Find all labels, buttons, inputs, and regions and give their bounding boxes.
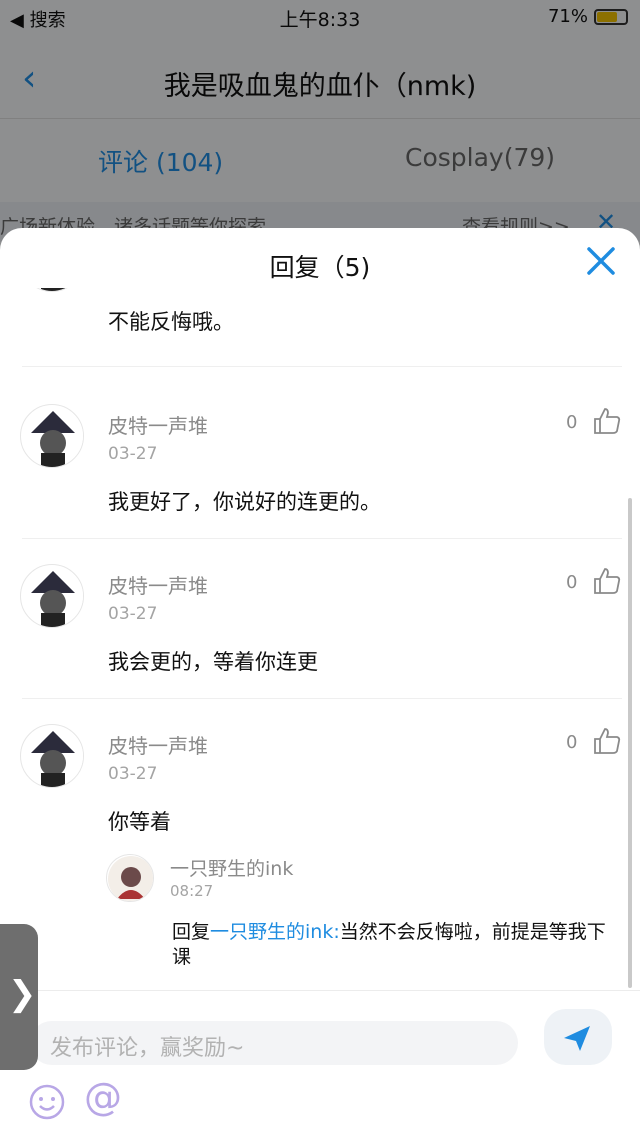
- username[interactable]: 皮特一声堆: [108, 410, 208, 439]
- replies-sheet: 回复（5) 不能反悔哦。 皮特一声堆 03-27 0 我更好了，你说好的连更的。: [0, 228, 640, 1138]
- reply-text: 回复一只野生的ink:当然不会反悔啦，前提是等我下课: [172, 920, 612, 970]
- reply-avatar[interactable]: [106, 854, 154, 902]
- emoji-icon[interactable]: [28, 1083, 66, 1121]
- chevron-right-icon: ❯: [8, 974, 37, 1014]
- scrollbar[interactable]: [628, 498, 632, 988]
- comment-text: 你等着: [108, 810, 171, 834]
- sheet-title: 回复（5): [269, 253, 371, 282]
- comment-placeholder: 发布评论，赢奖励~: [50, 1036, 245, 1061]
- comment-date: 03-27: [108, 764, 158, 784]
- reply-prefix: 回复: [172, 921, 211, 943]
- reply-list[interactable]: 不能反悔哦。 皮特一声堆 03-27 0 我更好了，你说好的连更的。 皮特一声堆…: [0, 288, 640, 988]
- at-icon[interactable]: @: [84, 1075, 122, 1119]
- avatar[interactable]: [20, 564, 84, 628]
- thumb-up-icon[interactable]: [592, 566, 622, 596]
- close-icon[interactable]: [584, 244, 618, 278]
- avatar[interactable]: [20, 724, 84, 788]
- comment-composer: 发布评论，赢奖励~ @: [0, 990, 640, 1138]
- divider: [22, 538, 622, 539]
- reply-time: 08:27: [170, 882, 214, 900]
- username[interactable]: 皮特一声堆: [108, 730, 208, 759]
- comment-text: 我更好了，你说好的连更的。: [108, 490, 381, 514]
- side-expand-handle[interactable]: ❯: [0, 924, 38, 1070]
- reply-username[interactable]: 一只野生的ink: [170, 854, 293, 881]
- like-count: 0: [566, 572, 578, 593]
- divider: [22, 698, 622, 699]
- thumb-up-icon[interactable]: [592, 726, 622, 756]
- like-count: 0: [566, 732, 578, 753]
- comment-text: 不能反悔哦。: [108, 310, 234, 334]
- reply-target-link[interactable]: 一只野生的ink:: [210, 921, 340, 943]
- username[interactable]: 皮特一声堆: [108, 570, 208, 599]
- comment-date: 03-27: [108, 604, 158, 624]
- send-icon: [564, 1026, 590, 1051]
- divider: [22, 366, 622, 367]
- comment-input[interactable]: 发布评论，赢奖励~: [30, 1021, 518, 1065]
- send-button[interactable]: [544, 1009, 612, 1065]
- comment-date: 03-27: [108, 444, 158, 464]
- thumb-up-icon[interactable]: [592, 406, 622, 436]
- avatar[interactable]: [20, 288, 84, 292]
- comment-text: 我会更的，等着你连更: [108, 650, 318, 674]
- avatar[interactable]: [20, 404, 84, 468]
- like-count: 0: [566, 412, 578, 433]
